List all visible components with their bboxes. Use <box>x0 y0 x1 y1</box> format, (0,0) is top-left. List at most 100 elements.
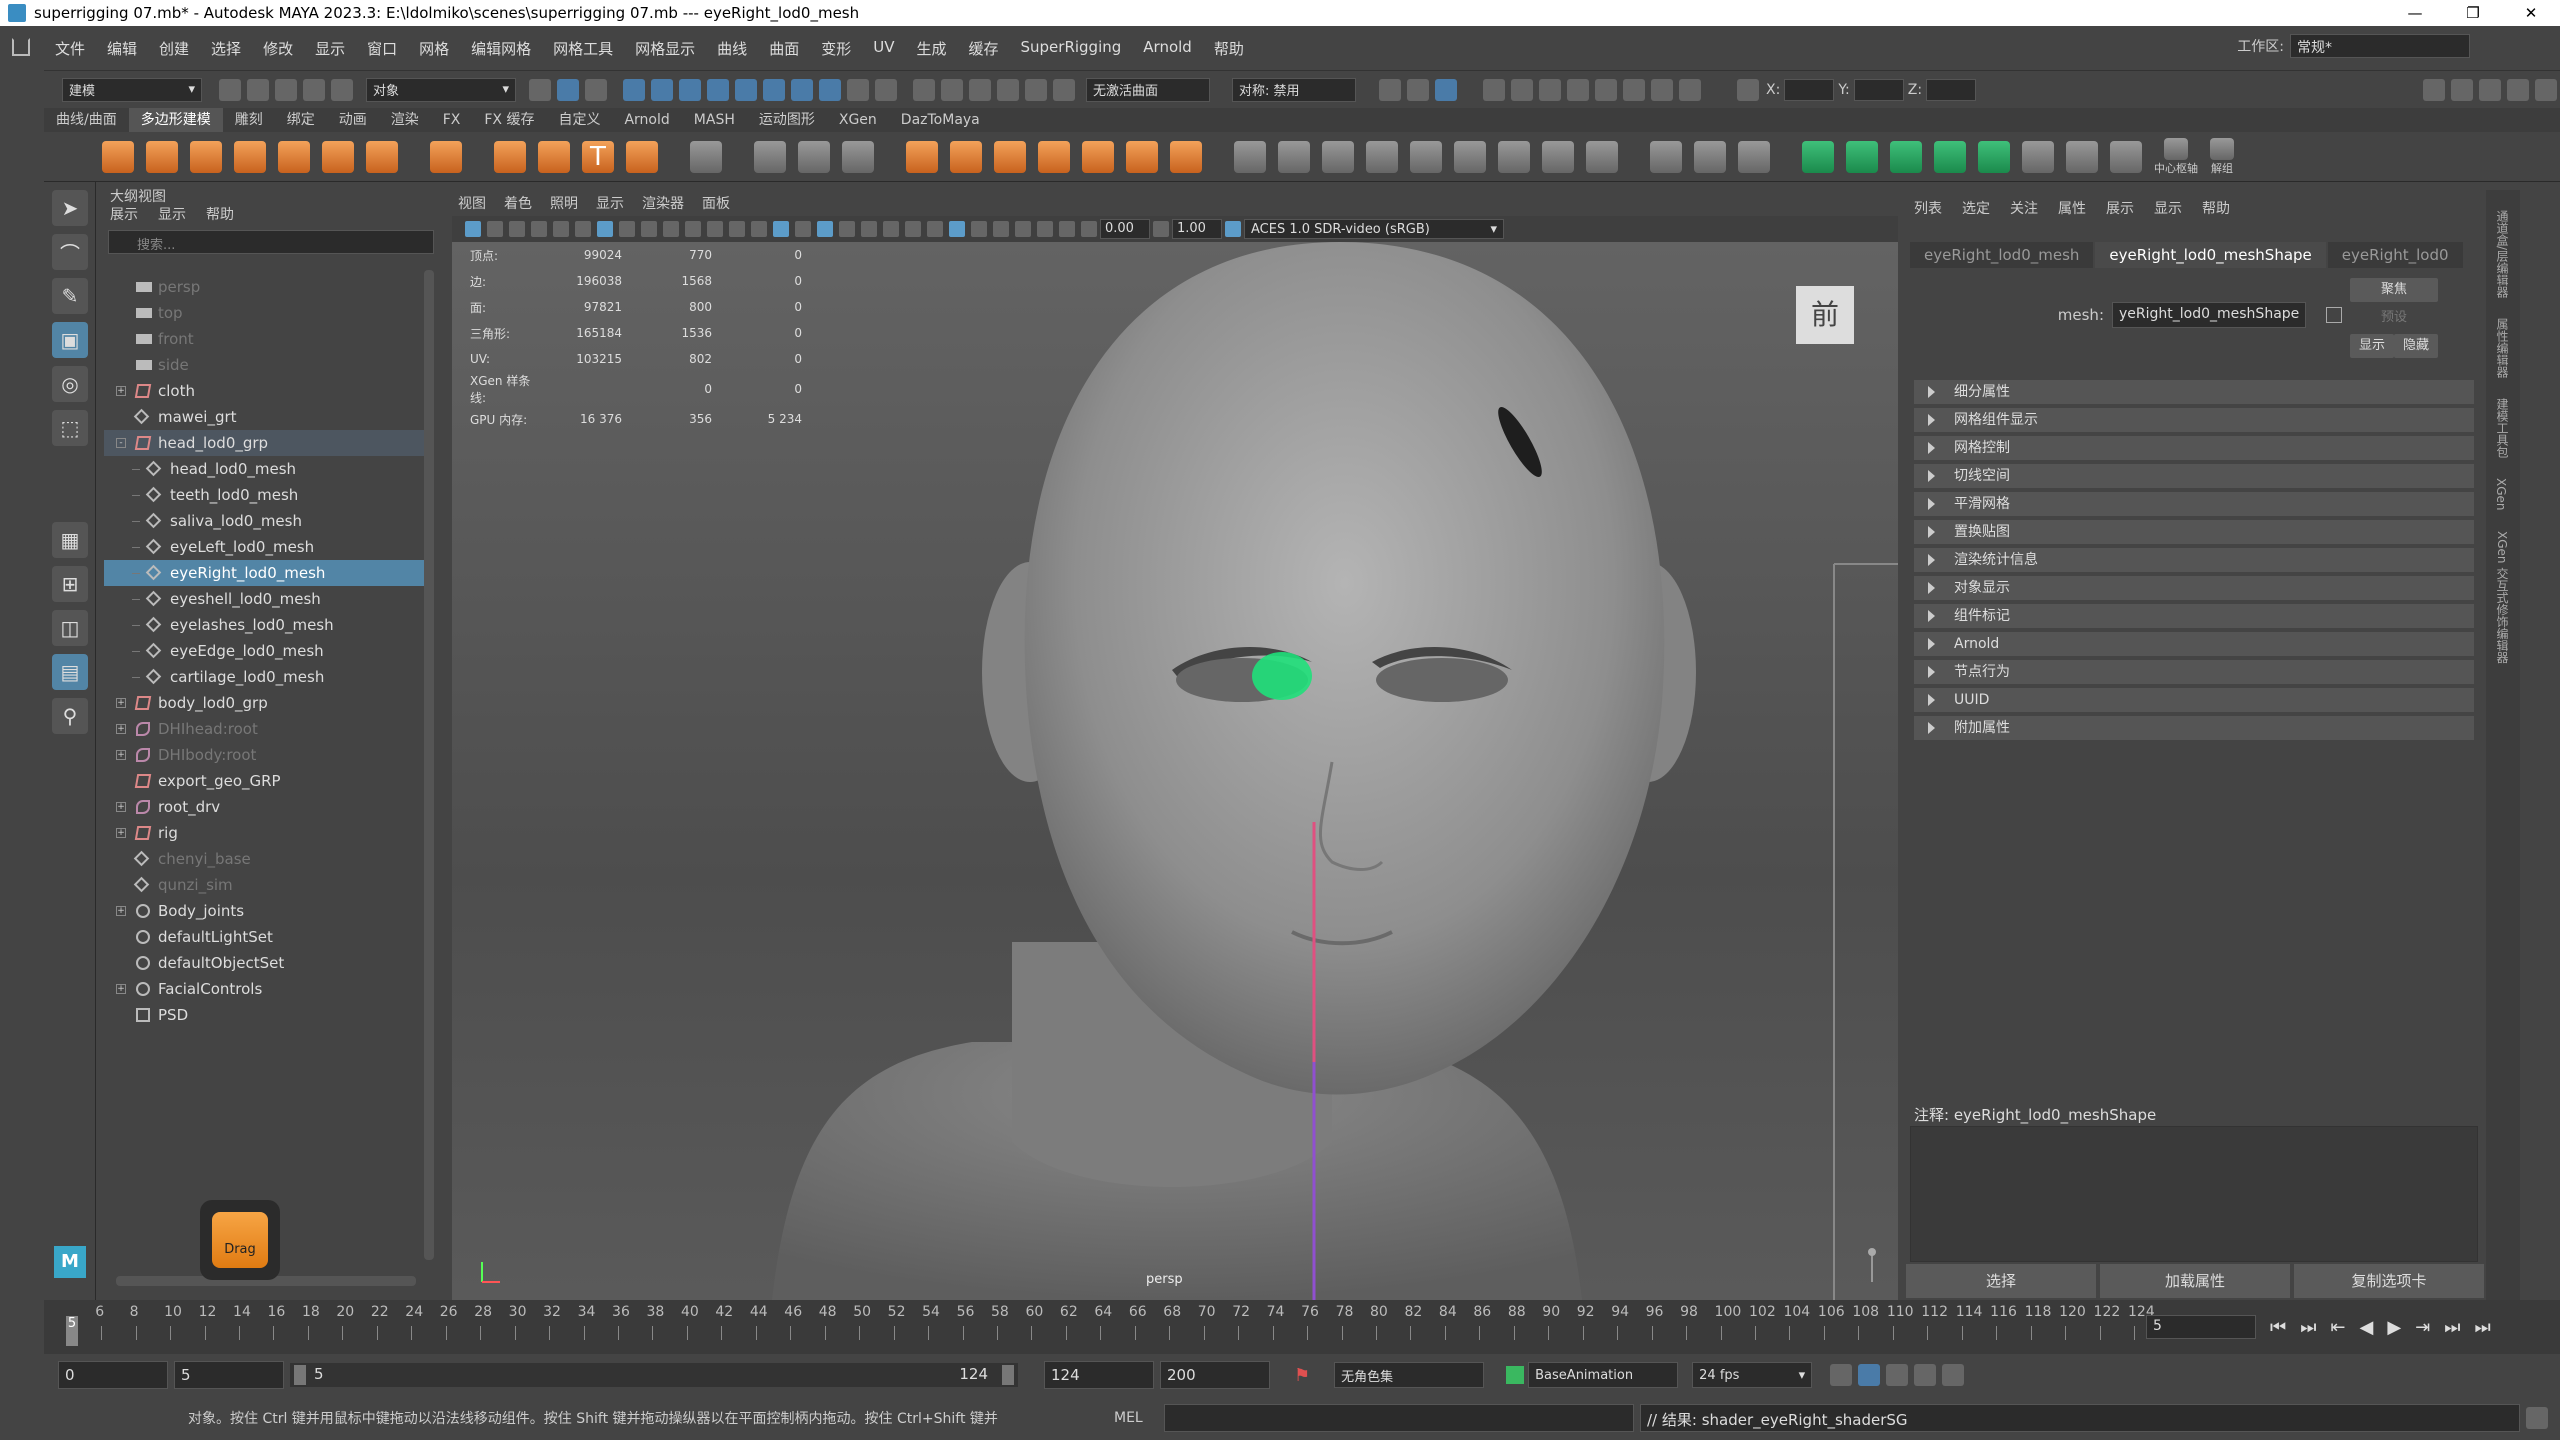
rotate-tool-icon[interactable]: ◎ <box>52 366 88 402</box>
loop-icon[interactable] <box>1830 1364 1853 1386</box>
hypershade-icon[interactable] <box>1511 78 1533 101</box>
history-icon[interactable] <box>913 78 935 101</box>
append-icon[interactable] <box>1410 140 1442 173</box>
attr-menu-item[interactable]: 展示 <box>2106 198 2134 217</box>
channel-box-tab[interactable]: 通道盒/层编辑器 <box>2494 210 2511 298</box>
render-view-icon[interactable] <box>1379 78 1401 101</box>
modeling-toolkit-icon[interactable] <box>2423 78 2445 101</box>
anim-end-field[interactable]: 200 <box>1160 1361 1270 1389</box>
arnold-render-icon[interactable] <box>1595 78 1617 101</box>
node-icon[interactable] <box>2326 307 2342 323</box>
select-camera-icon[interactable] <box>465 221 481 237</box>
attr-tab[interactable]: eyeRight_lod0 <box>2327 242 2463 268</box>
home-icon[interactable] <box>12 38 30 56</box>
script-language-label[interactable]: MEL <box>1114 1410 1164 1426</box>
menu-item[interactable]: 帮助 <box>1203 38 1255 59</box>
current-frame-field[interactable]: 5 <box>2146 1315 2256 1339</box>
attr-section-header[interactable]: 网格控制 <box>1914 436 2474 460</box>
expand-toggle-icon[interactable]: + <box>116 802 126 812</box>
menu-item[interactable]: 生成 <box>905 38 957 59</box>
magnet-icon[interactable] <box>875 78 897 101</box>
gamma-field[interactable]: 1.00 <box>1172 219 1222 239</box>
attr-section-header[interactable]: 置换贴图 <box>1914 520 2474 544</box>
poly-cube-icon[interactable] <box>146 140 178 173</box>
outliner-item[interactable]: eyeEdge_lod0_mesh <box>104 638 424 664</box>
outliner-item[interactable]: eyeshell_lod0_mesh <box>104 586 424 612</box>
x-field[interactable] <box>1784 78 1835 101</box>
paint-select-icon[interactable]: ✎ <box>52 278 88 314</box>
character-set-dropdown[interactable]: 无角色集 <box>1334 1362 1485 1388</box>
outliner-item[interactable]: PSD <box>104 1002 424 1028</box>
menu-item[interactable]: 修改 <box>252 38 304 59</box>
poly-type-icon[interactable]: T <box>582 140 614 173</box>
outliner-item[interactable]: + cloth <box>104 378 424 404</box>
drag-widget[interactable]: Drag <box>200 1200 280 1280</box>
backface-icon[interactable] <box>1059 221 1075 237</box>
lock-icon[interactable] <box>847 78 869 101</box>
expand-toggle-icon[interactable]: + <box>116 984 126 994</box>
attribute-editor-icon[interactable] <box>2479 78 2501 101</box>
render-settings-icon[interactable] <box>1483 78 1505 101</box>
fps-dropdown[interactable]: 24 fps ▾ <box>1692 1362 1813 1388</box>
snap-edge-icon[interactable] <box>791 78 813 101</box>
center-pivot-icon[interactable] <box>2164 137 2188 160</box>
xray-icon[interactable] <box>1015 221 1031 237</box>
attr-section-header[interactable]: Arnold <box>1914 632 2474 656</box>
grid-icon[interactable] <box>597 221 613 237</box>
viewport-menu-item[interactable]: 着色 <box>504 193 532 213</box>
menu-item[interactable]: 曲面 <box>758 38 810 59</box>
poly-disc-icon[interactable] <box>366 140 398 173</box>
svg-icon[interactable] <box>626 140 658 173</box>
shelf-tab[interactable]: FX 缓存 <box>472 108 546 132</box>
mirror-icon[interactable] <box>1038 140 1070 173</box>
color-management-icon[interactable] <box>1225 221 1241 237</box>
checker-icon[interactable] <box>2022 140 2054 173</box>
attr-tab[interactable]: eyeRight_lod0_meshShape <box>2095 242 2326 268</box>
range-handle-left[interactable] <box>294 1365 306 1385</box>
attr-bottom-button[interactable]: 复制选项卡 <box>2294 1264 2484 1298</box>
outliner-search-input[interactable]: 搜索... <box>108 230 434 254</box>
expand-toggle-icon[interactable]: + <box>116 906 126 916</box>
outliner-item[interactable]: top <box>104 300 424 326</box>
move-tool-icon[interactable]: ⬚ <box>52 410 88 446</box>
selection-mode-dropdown[interactable]: 对象 ▾ <box>366 77 516 102</box>
extract-icon[interactable] <box>1082 140 1114 173</box>
attr-section-header[interactable]: 平滑网格 <box>1914 492 2474 516</box>
anim-prefs-icon[interactable] <box>1914 1364 1937 1386</box>
safe-title-icon[interactable] <box>729 221 745 237</box>
shadows-icon[interactable] <box>883 221 899 237</box>
merge-icon[interactable] <box>1542 140 1574 173</box>
character-controls-icon[interactable] <box>2451 78 2473 101</box>
y-field[interactable] <box>1853 78 1904 101</box>
outliner-item[interactable]: + FacialControls <box>104 976 424 1002</box>
expand-toggle-icon[interactable]: + <box>116 386 126 396</box>
ungroup-icon[interactable] <box>2210 137 2234 160</box>
attr-menu-item[interactable]: 帮助 <box>2202 198 2230 217</box>
notes-textarea[interactable] <box>1910 1126 2478 1262</box>
menu-item[interactable]: 缓存 <box>957 38 1009 59</box>
shelf-tab[interactable]: Arnold <box>612 108 681 132</box>
script-editor-icon[interactable] <box>2526 1407 2548 1429</box>
menu-item[interactable]: UV <box>862 38 905 59</box>
ipr-render-icon[interactable] <box>1435 78 1457 101</box>
deformer-icon-4[interactable] <box>1934 140 1966 173</box>
outliner-item[interactable]: saliva_lod0_mesh <box>104 508 424 534</box>
poly-sphere-icon[interactable] <box>102 140 134 173</box>
wireframe-icon[interactable] <box>751 221 767 237</box>
ipr-icon[interactable] <box>1025 78 1047 101</box>
deformer-icon-5[interactable] <box>1978 140 2010 173</box>
shelf-tab[interactable]: 雕刻 <box>223 108 275 132</box>
image-plane-icon[interactable] <box>531 221 547 237</box>
menu-item[interactable]: 网格 <box>408 38 460 59</box>
viewport-menu-item[interactable]: 渲染器 <box>642 193 684 213</box>
exposure-icon[interactable] <box>1081 221 1097 237</box>
auto-key-icon[interactable]: ⚑ <box>1294 1365 1310 1386</box>
poly-platonic-icon[interactable] <box>430 140 462 173</box>
attr-menu-item[interactable]: 列表 <box>1914 198 1942 217</box>
expand-toggle-icon[interactable]: - <box>116 438 126 448</box>
bridge-icon[interactable] <box>1278 140 1310 173</box>
outliner-item[interactable]: qunzi_sim <box>104 872 424 898</box>
ghost-icon[interactable] <box>1942 1364 1965 1386</box>
outliner-vscrollbar[interactable] <box>424 270 434 1260</box>
outliner-item[interactable]: + root_drv <box>104 794 424 820</box>
